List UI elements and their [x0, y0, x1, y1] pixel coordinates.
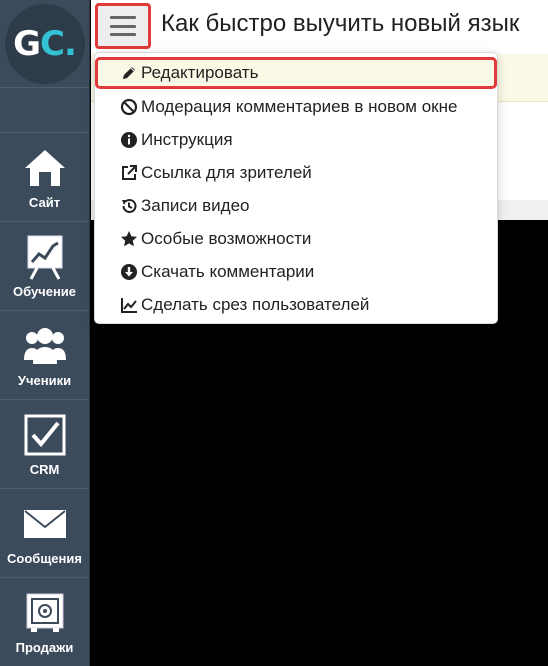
menu-item-label: Сделать срез пользователей	[141, 295, 370, 314]
sidebar: GC. Сайт Обучение Ученики CRM Сообщения	[0, 0, 90, 666]
menu-item-label: Модерация комментариев в новом окне	[141, 97, 458, 116]
sidebar-item-sales[interactable]: Продажи	[0, 578, 89, 666]
menu-item-label: Редактировать	[141, 63, 259, 82]
menu-button[interactable]	[95, 3, 151, 49]
sidebar-item-crm[interactable]: CRM	[0, 400, 89, 489]
menu-item-instruction[interactable]: Инструкция	[95, 124, 497, 156]
sidebar-item-label: Ученики	[17, 372, 72, 388]
menu-item-edit[interactable]: Редактировать	[95, 57, 497, 89]
sidebar-item-label: Обучение	[12, 283, 77, 299]
page-title: Как быстро выучить новый язык	[161, 10, 520, 37]
menu-item-moderation[interactable]: Модерация комментариев в новом окне	[95, 91, 497, 123]
top-bar: Как быстро выучить новый язык	[91, 0, 548, 50]
logo[interactable]: GC.	[4, 3, 85, 84]
logo-area: GC.	[0, 0, 89, 88]
sidebar-item-messages[interactable]: Сообщения	[0, 489, 89, 578]
ban-icon	[119, 97, 139, 117]
envelope-icon	[22, 501, 68, 547]
logo-dot: .	[63, 23, 77, 64]
safe-icon	[22, 590, 68, 636]
menu-item-video-records[interactable]: Записи видео	[95, 190, 497, 222]
menu-item-viewer-link[interactable]: Ссылка для зрителей	[95, 157, 497, 189]
sidebar-item-learning[interactable]: Обучение	[0, 222, 89, 311]
menu-item-download-comments[interactable]: Скачать комментарии	[95, 256, 497, 288]
menu-item-user-slice[interactable]: Сделать срез пользователей	[95, 289, 497, 321]
menu-item-special-features[interactable]: Особые возможности	[95, 223, 497, 255]
actions-dropdown: Редактировать Модерация комментариев в н…	[94, 52, 498, 324]
pencil-icon	[119, 63, 139, 83]
menu-item-label: Особые возможности	[141, 229, 312, 248]
line-chart-icon	[119, 295, 139, 315]
home-icon	[22, 145, 68, 191]
logo-letter-g: G	[13, 23, 41, 64]
sidebar-item-label: Сообщения	[7, 550, 82, 566]
checkbox-icon	[22, 412, 68, 458]
logo-letter-c: C	[40, 23, 65, 64]
star-icon	[119, 229, 139, 249]
history-icon	[119, 196, 139, 216]
sidebar-spacer	[0, 88, 89, 133]
info-icon	[119, 130, 139, 150]
menu-item-label: Ссылка для зрителей	[141, 163, 312, 182]
menu-item-label: Записи видео	[141, 196, 250, 215]
sidebar-item-site[interactable]: Сайт	[0, 133, 89, 222]
menu-item-label: Инструкция	[141, 130, 233, 149]
download-icon	[119, 262, 139, 282]
users-icon	[22, 323, 68, 369]
external-link-icon	[119, 163, 139, 183]
menu-item-label: Скачать комментарии	[141, 262, 315, 281]
hamburger-icon	[110, 16, 136, 36]
chart-board-icon	[22, 234, 68, 280]
sidebar-item-label: CRM	[29, 461, 60, 477]
sidebar-item-label: Сайт	[28, 194, 61, 210]
sidebar-item-label: Продажи	[15, 640, 74, 655]
sidebar-item-students[interactable]: Ученики	[0, 311, 89, 400]
